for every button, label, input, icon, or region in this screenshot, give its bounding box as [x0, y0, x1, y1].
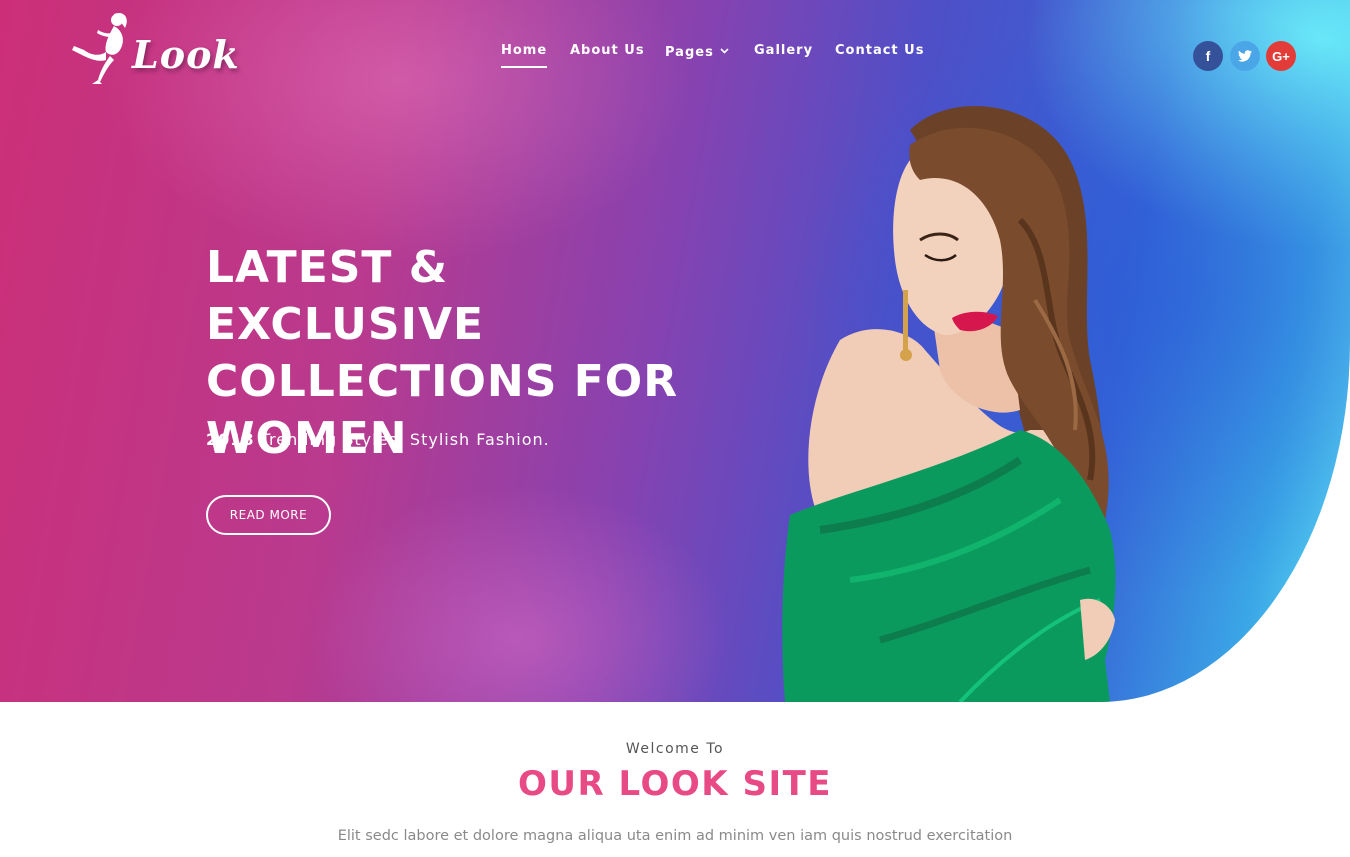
google-plus-icon[interactable]: G+ [1266, 41, 1296, 71]
welcome-subheading: Welcome To [625, 741, 725, 757]
nav-item-about-us[interactable]: About Us [570, 43, 645, 58]
model-photo [782, 106, 1116, 702]
welcome-title: OUR LOOK SITE [517, 764, 833, 804]
nav-item-pages-label: Pages [665, 45, 714, 60]
logo-text: Look [132, 32, 240, 77]
nav-item-pages[interactable]: Pages [665, 43, 729, 60]
hero-subtitle: 2018 Trending Styles, Stylish Fashion. [206, 430, 550, 449]
read-more-button[interactable]: READ MORE [206, 495, 331, 535]
site-logo[interactable]: Look [70, 10, 239, 86]
nav-item-contact-us[interactable]: Contact Us [835, 43, 924, 58]
nav-item-gallery[interactable]: Gallery [754, 43, 813, 58]
hero-subtitle-year: 2018 [206, 430, 255, 449]
welcome-text: Elit sedc labore et dolore magna aliqua … [337, 828, 1013, 844]
hero-banner: Look Home About Us Pages Gallery Contact… [0, 0, 1350, 702]
chevron-down-icon [720, 43, 729, 58]
twitter-icon[interactable] [1230, 41, 1260, 71]
hero-subtitle-text: Trending Styles, Stylish Fashion. [254, 430, 550, 449]
woman-silhouette-icon [72, 12, 127, 84]
facebook-icon[interactable]: f [1193, 41, 1223, 71]
nav-item-home[interactable]: Home [501, 43, 548, 68]
